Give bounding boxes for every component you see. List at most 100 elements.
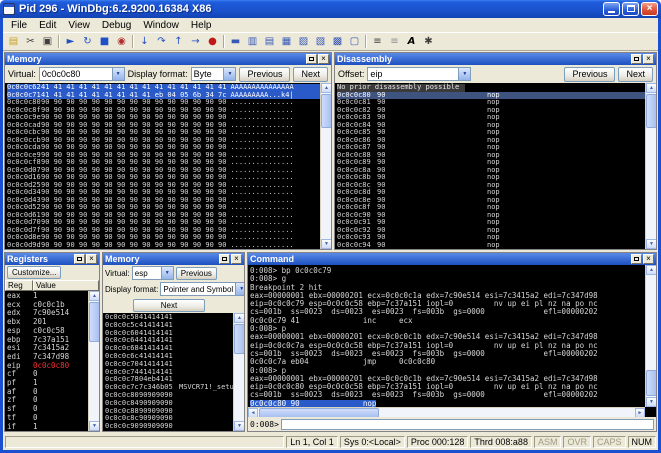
scroll-down-icon[interactable]: ▼	[234, 421, 244, 431]
menu-view[interactable]: View	[62, 19, 96, 32]
memory2-format-combo[interactable]: Pointer and Symbol ▼	[160, 282, 244, 296]
scroll-up-icon[interactable]: ▲	[646, 83, 656, 93]
memory1-rows[interactable]: 0c0c0c62 41 41 41 41 41 41 41 41 41 41 4…	[5, 83, 320, 249]
chevron-down-icon[interactable]: ▼	[235, 283, 244, 295]
scroll-up-icon[interactable]: ▲	[89, 291, 99, 301]
memory2-virtual-combo[interactable]: esp ▼	[131, 266, 174, 280]
toolbar-separator[interactable]	[58, 35, 60, 48]
register-row[interactable]: af 0	[7, 387, 88, 397]
memory-row[interactable]: 0c0c0d9d 90 90 90 90 90 90 90 90 90 90 9…	[7, 241, 320, 250]
menu-help[interactable]: Help	[185, 19, 218, 32]
memory2-titlebar[interactable]: Memory ×	[103, 253, 244, 265]
scratch-pad-icon[interactable]: ▢	[346, 34, 363, 50]
register-row[interactable]: tf 0	[7, 413, 88, 423]
toolbar-separator[interactable]	[365, 35, 367, 48]
close-button[interactable]: ×	[641, 2, 658, 16]
command-float-button[interactable]	[631, 254, 642, 264]
register-row[interactable]: cf 0	[7, 370, 88, 379]
menu-file[interactable]: File	[5, 19, 33, 32]
disassembly-previous-button[interactable]: Previous	[564, 66, 616, 82]
step-into-icon[interactable]: ↓	[136, 34, 153, 50]
step-out-icon[interactable]: ↑	[170, 34, 187, 50]
call-stack-window-icon[interactable]: ▧	[312, 34, 329, 50]
register-row[interactable]: pf 1	[7, 378, 88, 388]
memory2-scroll-thumb[interactable]	[234, 324, 244, 354]
menu-debug[interactable]: Debug	[96, 19, 137, 32]
disassembly-float-button[interactable]	[631, 54, 642, 64]
command-hscrollbar[interactable]: ◄ ►	[248, 407, 645, 418]
registers-customize-button[interactable]: Customize...	[7, 266, 62, 279]
scroll-down-icon[interactable]: ▼	[646, 239, 656, 249]
scroll-down-icon[interactable]: ▼	[321, 239, 331, 249]
memory2-close-button[interactable]: ×	[231, 254, 242, 264]
registers-rows[interactable]: eax 1 ecx c0c0c1b edx 7c90e514 ebx 201 e…	[5, 291, 88, 431]
command-close-button[interactable]: ×	[643, 254, 654, 264]
scroll-up-icon[interactable]: ▲	[234, 313, 244, 323]
watch-window-icon[interactable]: ▥	[244, 34, 261, 50]
minimize-button[interactable]	[603, 2, 620, 16]
titlebar[interactable]: Pid 296 - WinDbg:6.2.9200.16384 X86 ×	[0, 0, 661, 18]
step-over-icon[interactable]: ↷	[153, 34, 170, 50]
chevron-down-icon[interactable]: ▼	[111, 68, 124, 80]
disassembly-next-button[interactable]: Next	[618, 66, 653, 82]
toolbar-separator[interactable]	[223, 35, 225, 48]
restart-icon[interactable]: ↻	[79, 34, 96, 50]
disassembly-titlebar[interactable]: Disassembly ×	[335, 53, 656, 65]
disassembly-vscrollbar[interactable]: ▲ ▼	[645, 83, 656, 249]
cut-icon[interactable]: ✂	[22, 34, 39, 50]
memory2-next-button[interactable]: Next	[133, 298, 205, 312]
registers-close-button[interactable]: ×	[86, 254, 97, 264]
register-row[interactable]: eip 0c0c0c80	[7, 361, 88, 371]
register-row[interactable]: zf 0	[7, 396, 88, 405]
command-titlebar[interactable]: Command ×	[248, 253, 656, 265]
reg-column-header[interactable]: Reg	[5, 280, 33, 291]
disassembly-close-button[interactable]: ×	[643, 54, 654, 64]
memory1-scroll-thumb[interactable]	[321, 94, 331, 128]
command-window-icon[interactable]: ▬	[227, 34, 244, 50]
source-mode-on-icon[interactable]: ≡	[369, 34, 386, 50]
source-mode-off-icon[interactable]: ≡	[386, 34, 403, 50]
command-scroll-thumb[interactable]	[646, 370, 656, 396]
registers-vscrollbar[interactable]: ▲ ▼	[88, 291, 99, 431]
locals-window-icon[interactable]: ▤	[261, 34, 278, 50]
memory1-float-button[interactable]	[306, 54, 317, 64]
scroll-up-icon[interactable]: ▲	[646, 265, 656, 275]
options-icon[interactable]: ✱	[420, 34, 437, 50]
registers-window-icon[interactable]: ▦	[278, 34, 295, 50]
copy-icon[interactable]: ▣	[39, 34, 56, 50]
memory2-previous-button[interactable]: Previous	[175, 266, 217, 280]
register-row[interactable]: if 1	[7, 422, 88, 431]
disassembly-rows[interactable]: No prior disassembly possible 0c0c0c80 9…	[335, 83, 645, 249]
registers-titlebar[interactable]: Registers ×	[5, 253, 99, 265]
disassembly-scroll-thumb[interactable]	[646, 94, 656, 128]
command-output[interactable]: 0:008> bp 0c0c0c79 0:008> g Breakpoint 2…	[248, 265, 645, 407]
registers-float-button[interactable]	[74, 254, 85, 264]
command-vscrollbar[interactable]: ▲ ▼	[645, 265, 656, 407]
go-icon[interactable]: ►	[62, 34, 79, 50]
run-to-cursor-icon[interactable]: →	[187, 34, 204, 50]
memory1-titlebar[interactable]: Memory ×	[5, 53, 331, 65]
maximize-button[interactable]	[622, 2, 639, 16]
register-row[interactable]: sf 0	[7, 404, 88, 414]
memory1-format-combo[interactable]: Byte ▼	[190, 67, 237, 81]
memory1-vscrollbar[interactable]: ▲ ▼	[320, 83, 331, 249]
command-input[interactable]	[280, 418, 654, 430]
memory2-rows[interactable]: 0c0c0c58 41414141 0c0c0c5c 41414141 0c0c…	[103, 313, 233, 431]
disassembly-window-icon[interactable]: ▩	[329, 34, 346, 50]
scroll-down-icon[interactable]: ▼	[646, 397, 656, 407]
disassembly-offset-combo[interactable]: eip ▼	[367, 67, 472, 81]
scroll-up-icon[interactable]: ▲	[321, 83, 331, 93]
chevron-down-icon[interactable]: ▼	[160, 267, 173, 279]
memory1-previous-button[interactable]: Previous	[239, 66, 291, 82]
insert-breakpoint-icon[interactable]: ●	[204, 34, 221, 50]
open-source-file-icon[interactable]: ▤	[5, 34, 22, 50]
chevron-down-icon[interactable]: ▼	[223, 68, 236, 80]
memory-row[interactable]: 0c0c0c90 90909090	[105, 422, 233, 431]
chevron-down-icon[interactable]: ▼	[458, 68, 471, 80]
disassembly-row[interactable]: 0c0c0c94 90 nop	[337, 241, 645, 250]
memory1-next-button[interactable]: Next	[293, 66, 328, 82]
memory2-vscrollbar[interactable]: ▲ ▼	[233, 313, 244, 431]
menu-edit[interactable]: Edit	[33, 19, 62, 32]
memory2-float-button[interactable]	[219, 254, 230, 264]
memory-window-icon[interactable]: ▨	[295, 34, 312, 50]
